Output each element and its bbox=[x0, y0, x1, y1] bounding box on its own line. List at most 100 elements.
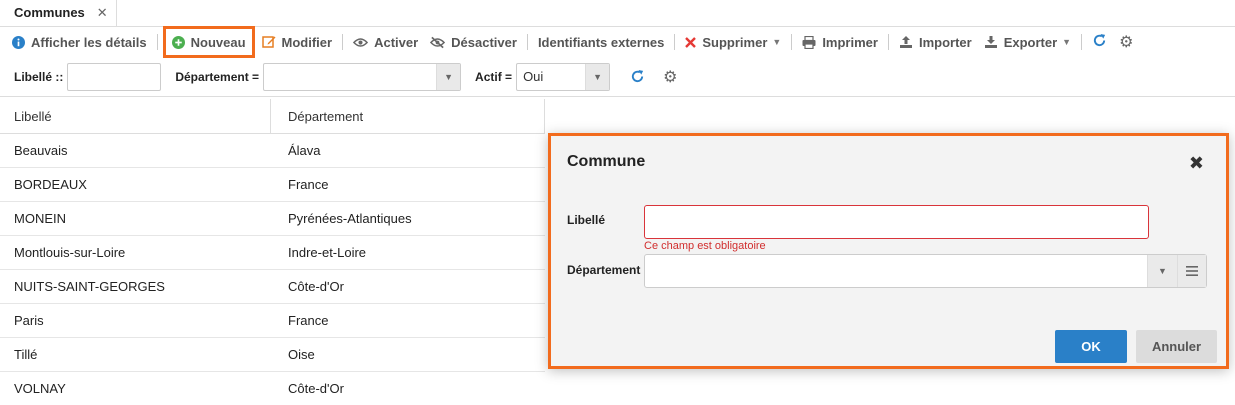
chevron-down-icon[interactable]: ▼ bbox=[1147, 255, 1177, 287]
printer-icon bbox=[802, 35, 816, 49]
list-menu-icon[interactable] bbox=[1177, 255, 1206, 287]
cell-libelle: NUITS-SAINT-GEORGES bbox=[14, 279, 165, 294]
libelle-field[interactable] bbox=[644, 205, 1149, 239]
table-row[interactable]: Montlouis-sur-Loire Indre-et-Loire bbox=[0, 236, 545, 270]
new-button[interactable]: Nouveau bbox=[162, 26, 255, 58]
libelle-filter-input[interactable] bbox=[67, 62, 162, 91]
cell-departement: Pyrénées-Atlantiques bbox=[288, 211, 412, 226]
deactivate-label: Désactiver bbox=[451, 34, 517, 50]
toolbar-divider bbox=[342, 34, 344, 50]
import-button[interactable]: Importer bbox=[893, 29, 978, 55]
cell-departement: Côte-d'Or bbox=[288, 279, 344, 294]
column-header-libelle[interactable]: Libellé bbox=[0, 99, 271, 133]
toolbar-divider bbox=[156, 34, 158, 50]
departement-field[interactable]: ▼ bbox=[644, 254, 1207, 288]
table-row[interactable]: Tillé Oise bbox=[0, 338, 545, 372]
eye-icon bbox=[353, 37, 369, 48]
cell-libelle: Beauvais bbox=[14, 143, 68, 158]
print-label: Imprimer bbox=[822, 34, 878, 50]
toolbar-divider bbox=[526, 34, 528, 50]
cell-libelle: Montlouis-sur-Loire bbox=[14, 245, 126, 260]
chevron-down-icon[interactable]: ▼ bbox=[436, 63, 461, 90]
cell-departement: Oise bbox=[288, 347, 315, 362]
cancel-button[interactable]: Annuler bbox=[1136, 330, 1217, 363]
libelle-field-label: Libellé bbox=[567, 213, 606, 227]
table-row[interactable]: VOLNAY Côte-d'Or bbox=[0, 372, 545, 405]
cell-departement: Indre-et-Loire bbox=[288, 245, 367, 260]
chevron-down-icon: ▼ bbox=[1062, 37, 1072, 47]
table-row[interactable]: MONEIN Pyrénées-Atlantiques bbox=[0, 202, 545, 236]
tab-close-icon[interactable]: ✕ bbox=[97, 5, 108, 21]
departement-filter-value bbox=[264, 64, 436, 90]
delete-button[interactable]: Supprimer ▼ bbox=[679, 29, 787, 55]
close-icon[interactable]: ✖ bbox=[1189, 153, 1204, 174]
chevron-down-icon[interactable]: ▼ bbox=[585, 63, 610, 90]
column-header-departement[interactable]: Département bbox=[271, 99, 545, 133]
cell-departement: Côte-d'Or bbox=[288, 381, 344, 396]
libelle-filter-label: Libellé :: bbox=[14, 69, 64, 84]
external-ids-button[interactable]: Identifiants externes bbox=[532, 29, 670, 55]
cross-icon bbox=[685, 36, 697, 48]
commune-dialog: Commune ✖ Libellé Ce champ est obligatoi… bbox=[548, 133, 1229, 369]
activate-button[interactable]: Activer bbox=[347, 29, 424, 55]
actif-filter-value: Oui bbox=[523, 69, 544, 84]
settings-button[interactable]: ⚙ bbox=[1113, 29, 1139, 55]
grid-header: Libellé Département bbox=[0, 99, 545, 134]
edit-label: Modifier bbox=[281, 34, 333, 50]
chevron-down-icon: ▼ bbox=[772, 37, 782, 47]
show-details-label: Afficher les détails bbox=[31, 34, 147, 50]
import-label: Importer bbox=[918, 34, 972, 50]
table-row[interactable]: BORDEAUX France bbox=[0, 168, 545, 202]
filter-bar: Libellé :: Département = ▼ Actif = Oui ▼… bbox=[0, 57, 1235, 97]
toolbar: Afficher les détails Nouveau Modifier Ac… bbox=[0, 26, 1235, 58]
tab-bar: Communes ✕ bbox=[0, 0, 1235, 27]
table-row[interactable]: Beauvais Álava bbox=[0, 134, 545, 168]
gear-icon: ⚙ bbox=[1119, 34, 1134, 51]
download-icon bbox=[984, 35, 998, 49]
upload-icon bbox=[899, 35, 913, 49]
filter-refresh-icon[interactable] bbox=[630, 69, 645, 84]
departement-field-label: Département bbox=[567, 263, 641, 277]
libelle-error-message: Ce champ est obligatoire bbox=[644, 240, 766, 252]
tab-communes[interactable]: Communes ✕ bbox=[0, 0, 117, 26]
print-button[interactable]: Imprimer bbox=[796, 29, 884, 55]
plus-circle-icon bbox=[171, 35, 185, 49]
show-details-button[interactable]: Afficher les détails bbox=[6, 29, 153, 55]
filter-gear-icon[interactable]: ⚙ bbox=[663, 67, 677, 87]
actif-filter-select[interactable]: Oui ▼ bbox=[516, 62, 611, 91]
toolbar-divider bbox=[674, 34, 676, 50]
cell-departement: France bbox=[288, 177, 329, 192]
toolbar-divider bbox=[1081, 34, 1083, 50]
table-row[interactable]: NUITS-SAINT-GEORGES Côte-d'Or bbox=[0, 270, 545, 304]
edit-icon bbox=[261, 35, 276, 49]
toolbar-divider bbox=[887, 34, 889, 50]
departement-field-value bbox=[645, 255, 1147, 287]
export-button[interactable]: Exporter ▼ bbox=[978, 29, 1077, 55]
external-ids-label: Identifiants externes bbox=[537, 34, 665, 50]
cell-departement: Álava bbox=[288, 143, 321, 158]
info-icon bbox=[12, 35, 25, 49]
dialog-title: Commune bbox=[567, 153, 646, 170]
delete-label: Supprimer bbox=[702, 34, 768, 50]
cell-libelle: MONEIN bbox=[14, 211, 66, 226]
departement-filter-select[interactable]: ▼ bbox=[263, 62, 462, 91]
cell-libelle: Paris bbox=[14, 313, 44, 328]
communes-grid: Libellé Département Beauvais Álava BORDEA… bbox=[0, 99, 545, 405]
table-row[interactable]: Paris France bbox=[0, 304, 545, 338]
toolbar-divider bbox=[791, 34, 793, 50]
refresh-button[interactable] bbox=[1086, 29, 1113, 55]
refresh-icon bbox=[1092, 33, 1107, 51]
eye-slash-icon bbox=[430, 36, 446, 49]
cell-libelle: VOLNAY bbox=[14, 381, 66, 396]
cell-departement: France bbox=[288, 313, 329, 328]
actif-filter-label: Actif = bbox=[475, 69, 513, 84]
activate-label: Activer bbox=[374, 34, 419, 50]
cell-libelle: BORDEAUX bbox=[14, 177, 87, 192]
new-label: Nouveau bbox=[190, 34, 246, 50]
deactivate-button[interactable]: Désactiver bbox=[424, 29, 523, 55]
departement-filter-label: Département = bbox=[175, 69, 260, 84]
ok-button[interactable]: OK bbox=[1055, 330, 1127, 363]
edit-button[interactable]: Modifier bbox=[256, 29, 339, 55]
cell-libelle: Tillé bbox=[14, 347, 38, 362]
tab-label: Communes bbox=[14, 5, 85, 20]
